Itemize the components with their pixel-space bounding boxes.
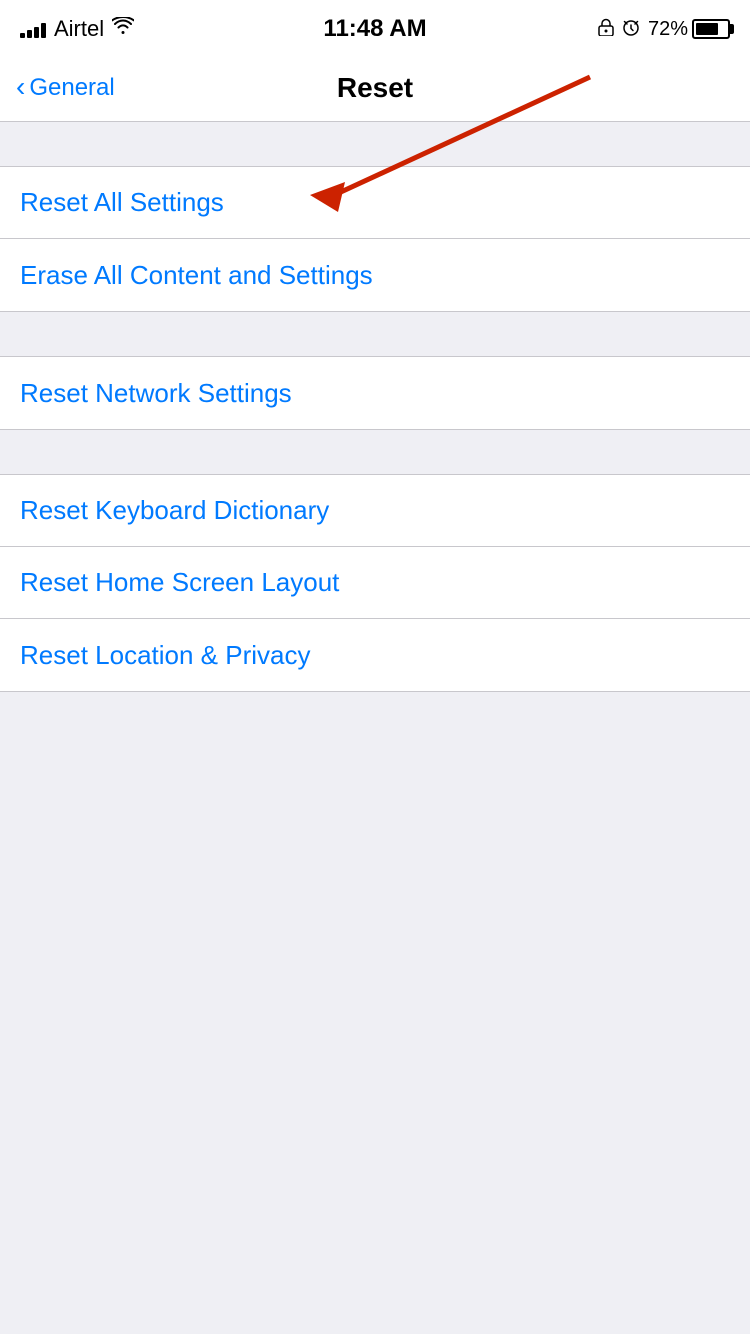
bottom-area bbox=[0, 692, 750, 1092]
signal-bars-icon bbox=[20, 20, 46, 38]
battery-icon bbox=[692, 19, 730, 39]
signal-bar-2 bbox=[27, 30, 32, 38]
battery-percentage: 72% bbox=[648, 18, 688, 41]
status-left: Airtel bbox=[20, 16, 134, 42]
lock-icon bbox=[598, 18, 614, 41]
reset-all-settings-item[interactable]: Reset All Settings bbox=[0, 167, 750, 239]
status-right: 72% bbox=[598, 18, 730, 41]
section-gap-1 bbox=[0, 122, 750, 166]
page-title: Reset bbox=[337, 72, 413, 104]
reset-home-screen-layout-item[interactable]: Reset Home Screen Layout bbox=[0, 547, 750, 619]
list-group-2: Reset Network Settings bbox=[0, 356, 750, 430]
reset-location-privacy-label: Reset Location & Privacy bbox=[20, 640, 310, 671]
reset-network-settings-label: Reset Network Settings bbox=[20, 378, 292, 409]
reset-keyboard-dictionary-item[interactable]: Reset Keyboard Dictionary bbox=[0, 475, 750, 547]
status-time: 11:48 AM bbox=[323, 15, 426, 43]
signal-bar-3 bbox=[34, 27, 39, 38]
reset-location-privacy-item[interactable]: Reset Location & Privacy bbox=[0, 619, 750, 691]
nav-bar: ‹ General Reset bbox=[0, 54, 750, 122]
reset-all-settings-label: Reset All Settings bbox=[20, 187, 224, 218]
reset-keyboard-dictionary-label: Reset Keyboard Dictionary bbox=[20, 495, 329, 526]
list-group-3: Reset Keyboard Dictionary Reset Home Scr… bbox=[0, 474, 750, 692]
reset-network-settings-item[interactable]: Reset Network Settings bbox=[0, 357, 750, 429]
reset-home-screen-layout-label: Reset Home Screen Layout bbox=[20, 567, 339, 598]
signal-bar-4 bbox=[41, 23, 46, 38]
erase-all-content-label: Erase All Content and Settings bbox=[20, 260, 373, 291]
back-label: General bbox=[29, 74, 114, 102]
section-gap-2 bbox=[0, 312, 750, 356]
back-chevron-icon: ‹ bbox=[16, 73, 25, 101]
alarm-icon bbox=[622, 18, 640, 41]
battery-fill bbox=[696, 23, 718, 35]
signal-bar-1 bbox=[20, 33, 25, 38]
section-gap-3 bbox=[0, 430, 750, 474]
erase-all-content-item[interactable]: Erase All Content and Settings bbox=[0, 239, 750, 311]
battery-container: 72% bbox=[648, 18, 730, 41]
carrier-name: Airtel bbox=[54, 16, 104, 42]
back-button[interactable]: ‹ General bbox=[16, 74, 115, 102]
list-group-1: Reset All Settings Erase All Content and… bbox=[0, 166, 750, 312]
status-bar: Airtel 11:48 AM 7 bbox=[0, 0, 750, 54]
wifi-icon bbox=[112, 17, 134, 41]
